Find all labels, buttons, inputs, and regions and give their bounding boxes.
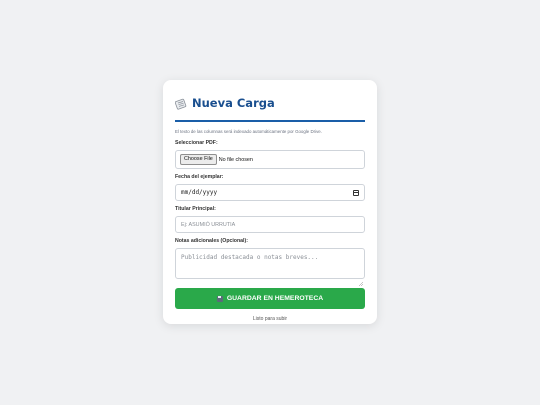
resize-handle-icon[interactable] — [358, 273, 364, 287]
notes-textarea[interactable]: Publicidad destacada o notas breves... — [175, 248, 365, 287]
choose-file-button[interactable]: Choose File — [180, 154, 217, 165]
index-hint: El texto de las columnas será indexado a… — [175, 129, 322, 134]
file-status: No file chosen — [218, 156, 253, 163]
card-header: Nueva Carga — [174, 92, 365, 122]
pdf-label: Seleccionar PDF: — [175, 140, 218, 146]
date-input[interactable]: mm/dd/yyyy — [175, 184, 365, 201]
date-placeholder: mm/dd/yyyy — [181, 189, 218, 196]
upload-card: Nueva Carga El texto de las columnas ser… — [163, 80, 377, 324]
notes-placeholder: Publicidad destacada o notas breves... — [181, 254, 319, 261]
notes-label: Notas adicionales (Opcional): — [175, 238, 248, 244]
owner-input[interactable]: Ej: ASUMIÓ URRUTIA — [175, 216, 365, 233]
status-text: Listo para subir — [252, 316, 288, 322]
owner-label: Titular Principal: — [175, 206, 216, 212]
calendar-icon[interactable] — [353, 189, 359, 196]
floppy-disk-icon — [216, 295, 223, 302]
page-title: Nueva Carga — [192, 96, 275, 110]
pdf-file-input[interactable]: Choose File No file chosen — [175, 150, 365, 169]
date-label: Fecha del ejemplar: — [175, 174, 224, 180]
save-button[interactable]: GUARDAR EN HEMEROTECA — [175, 288, 365, 309]
save-button-label: GUARDAR EN HEMEROTECA — [226, 295, 324, 302]
owner-placeholder: Ej: ASUMIÓ URRUTIA — [181, 221, 236, 228]
newspaper-icon — [174, 97, 187, 110]
